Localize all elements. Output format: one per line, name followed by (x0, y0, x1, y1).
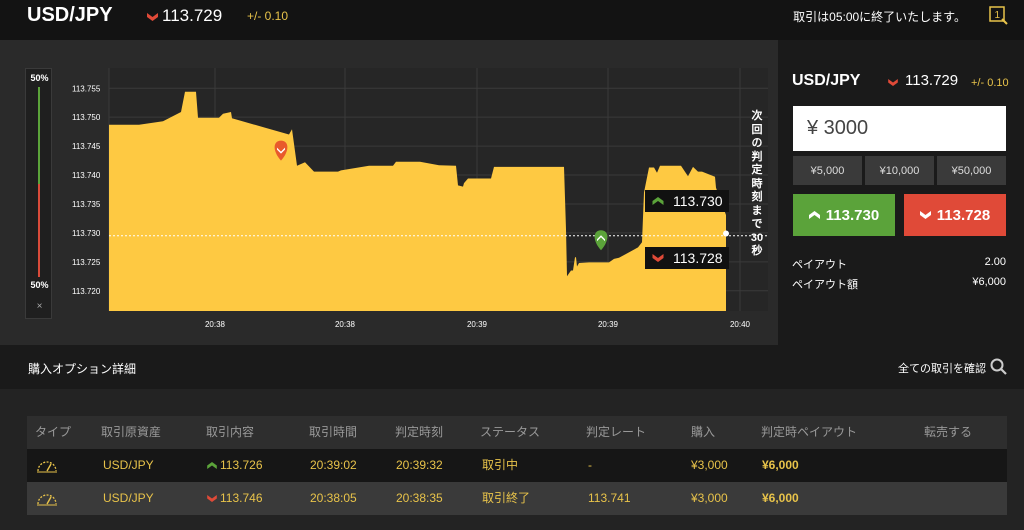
y-tick-label: 113.755 (72, 84, 101, 93)
gauge-icon (35, 449, 62, 482)
new-window-icon[interactable]: 1 (988, 5, 1008, 25)
preset-10000-button[interactable]: ¥10,000 (865, 156, 934, 185)
table-header: タイプ 取引原資産 取引内容 取引時間 判定時刻 ステータス 判定レート 購入 … (27, 416, 1007, 449)
table-row[interactable]: USD/JPY 113.726 20:39:02 20:39:32 取引中 - … (27, 449, 1007, 482)
col-content: 取引内容 (206, 425, 255, 439)
col-judge-rate: 判定レート (586, 425, 647, 439)
row-payout: ¥6,000 (762, 458, 799, 472)
row-content: 113.726 (207, 449, 263, 482)
buy-down-button[interactable]: 113.728 (904, 194, 1006, 236)
row-time: 20:39:02 (310, 458, 357, 472)
y-tick-label: 113.745 (72, 142, 101, 151)
payout-amount-label: ペイアウト額 (792, 279, 858, 291)
up-arrow-icon (207, 462, 217, 470)
trades-table: タイプ 取引原資産 取引内容 取引時間 判定時刻 ステータス 判定レート 購入 … (27, 416, 1007, 515)
row-purchase: ¥3,000 (691, 458, 728, 472)
col-asset: 取引原資産 (101, 425, 162, 439)
down-arrow-icon (207, 495, 217, 503)
row-status: 取引終了 (482, 491, 531, 505)
col-time: 取引時間 (309, 425, 358, 439)
col-judge-time: 判定時刻 (395, 425, 444, 439)
col-resell: 転売する (924, 425, 973, 439)
view-all-trades-link[interactable]: 全ての取引を確認 (898, 360, 986, 376)
gauge-icon (35, 482, 62, 515)
row-asset: USD/JPY (103, 491, 154, 505)
x-tick-label: 20:38 (205, 320, 226, 329)
trade-change: +/- 0.10 (971, 77, 1009, 89)
col-payout: 判定時ペイアウト (761, 425, 858, 439)
row-content-value: 113.726 (220, 458, 263, 472)
details-title: 購入オプション詳細 (28, 362, 137, 376)
amount-input[interactable] (793, 106, 1006, 151)
col-status: ステータス (480, 425, 541, 439)
col-type: タイプ (35, 425, 72, 439)
down-arrow-icon (147, 13, 158, 21)
row-judge-time: 20:38:35 (396, 491, 443, 505)
top-change: +/- 0.10 (247, 9, 289, 23)
down-arrow-icon (888, 79, 898, 86)
row-content: 113.746 (207, 482, 263, 515)
x-tick-label: 20:38 (335, 320, 356, 329)
y-tick-label: 113.735 (72, 200, 101, 209)
up-price-tag: 113.730 (645, 190, 729, 212)
y-tick-label: 113.725 (72, 258, 101, 267)
search-icon[interactable] (990, 358, 1007, 375)
up-price-value: 113.730 (673, 193, 723, 209)
countdown-label: 次回の判定時刻まで30秒 (750, 110, 764, 257)
payout-amount-value: ¥6,000 (972, 276, 1006, 288)
row-content-value: 113.746 (220, 491, 263, 505)
top-rate: 113.729 (162, 6, 223, 25)
details-header: 購入オプション詳細 全ての取引を確認 (0, 345, 1024, 389)
x-tick-label: 20:40 (730, 320, 751, 329)
up-arrow-icon (652, 197, 664, 205)
payout-label: ペイアウト (792, 259, 847, 271)
svg-text:1: 1 (995, 10, 1001, 21)
buy-down-label: 113.728 (936, 206, 991, 224)
y-tick-label: 113.720 (72, 287, 101, 296)
preset-5000-button[interactable]: ¥5,000 (793, 156, 862, 185)
y-tick-label: 113.740 (72, 171, 101, 180)
pair-title: USD/JPY (27, 4, 113, 26)
row-payout: ¥6,000 (762, 491, 799, 505)
down-arrow-icon (919, 211, 931, 219)
trade-rate: 113.729 (905, 72, 959, 89)
y-tick-label: 113.750 (72, 113, 101, 122)
current-rate-dot (723, 230, 730, 237)
y-tick-label: 113.730 (72, 229, 101, 238)
row-judge-rate: 113.741 (588, 491, 631, 505)
top-bar: USD/JPY 113.729 +/- 0.10 取引は05:00に終了いたしま… (0, 0, 1024, 40)
trade-pair: USD/JPY (792, 72, 861, 89)
row-judge-time: 20:39:32 (396, 458, 443, 472)
x-tick-label: 20:39 (467, 320, 488, 329)
trade-panel: USD/JPY 113.729 +/- 0.10 ¥5,000 ¥10,000 … (778, 40, 1024, 345)
row-time: 20:38:05 (310, 491, 357, 505)
down-price-tag: 113.728 (645, 247, 729, 269)
closing-notice: 取引は05:00に終了いたします。 (793, 10, 966, 24)
x-tick-label: 20:39 (598, 320, 619, 329)
buy-up-button[interactable]: 113.730 (793, 194, 895, 236)
payout-value: 2.00 (984, 256, 1006, 268)
row-judge-rate: - (588, 458, 592, 472)
row-status: 取引中 (482, 458, 519, 472)
down-arrow-icon (652, 254, 664, 262)
row-asset: USD/JPY (103, 458, 154, 472)
down-price-value: 113.728 (673, 250, 723, 266)
row-purchase: ¥3,000 (691, 491, 728, 505)
col-purchase: 購入 (691, 425, 716, 439)
table-row[interactable]: USD/JPY 113.746 20:38:05 20:38:35 取引終了 1… (27, 482, 1007, 515)
up-arrow-icon (808, 211, 820, 219)
buy-up-label: 113.730 (825, 206, 880, 224)
preset-50000-button[interactable]: ¥50,000 (937, 156, 1006, 185)
